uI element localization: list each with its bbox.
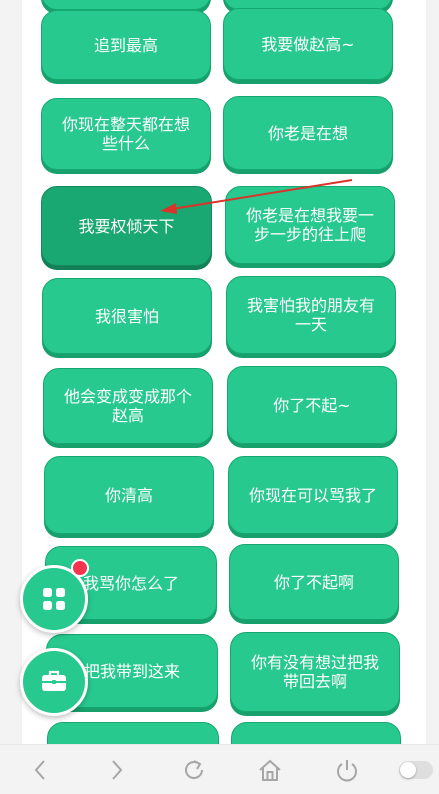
toggle-knob (400, 762, 416, 778)
phrase-label: 我很害怕 (94, 306, 159, 326)
phrase-label: 你有没有想过把我带回去啊 (250, 653, 379, 691)
phrase-label: 你现在整天都在想些什么 (61, 115, 190, 153)
phrase-label: 你了不起~ (273, 395, 351, 415)
back-button[interactable] (25, 755, 55, 785)
toolbox-button[interactable] (20, 648, 88, 716)
forward-button[interactable] (102, 755, 132, 785)
phrase-card[interactable]: 你现在整天都在想些什么 (41, 98, 211, 170)
grid-icon (43, 588, 65, 610)
bottom-nav-bar (0, 744, 439, 794)
phrase-label: 你了不起啊 (273, 572, 354, 592)
phrase-label: 把我带到这来 (83, 661, 180, 681)
phrase-label: 我要权倾天下 (78, 216, 175, 236)
phrase-card[interactable]: 我害怕我的朋友有一天 (226, 276, 396, 354)
phrase-card[interactable]: 你现在可以骂我了 (228, 456, 398, 534)
refresh-icon (185, 760, 203, 779)
phrase-card-selected[interactable]: 我要权倾天下 (41, 186, 212, 266)
phrase-card[interactable]: 我要做赵高~ (223, 8, 393, 80)
phrase-card-partial-right[interactable] (231, 722, 401, 744)
forward-icon (112, 760, 123, 780)
phrase-card[interactable]: 我很害怕 (42, 278, 212, 354)
toolbox-icon (42, 670, 66, 691)
phrase-label: 我骂你怎么了 (82, 573, 179, 593)
refresh-button[interactable] (179, 755, 209, 785)
phrase-card[interactable]: 你老是在想 (223, 96, 393, 170)
phrase-label: 我要做赵高~ (261, 34, 355, 54)
power-icon (337, 760, 357, 782)
back-icon (34, 760, 45, 780)
toggle-switch[interactable] (399, 761, 433, 779)
phrase-label: 我害怕我的朋友有一天 (246, 296, 375, 334)
home-button[interactable] (255, 755, 285, 785)
phrase-card[interactable]: 你老是在想我要一步一步的往上爬 (225, 186, 395, 264)
notification-badge (71, 559, 89, 577)
phrase-label: 你老是在想 (267, 123, 348, 143)
power-button[interactable] (332, 755, 362, 785)
phrase-card[interactable]: 追到最高 (41, 10, 211, 80)
phrase-card[interactable]: 他会变成变成那个赵高 (43, 368, 213, 444)
phrase-label: 追到最高 (93, 35, 158, 55)
phrase-card[interactable]: 你有没有想过把我带回去啊 (230, 632, 400, 712)
phrase-label: 你清高 (104, 485, 153, 505)
phrase-card-partial-left[interactable] (47, 722, 219, 744)
phrase-label: 他会变成变成那个赵高 (63, 387, 192, 425)
phrase-label: 你现在可以骂我了 (248, 485, 377, 505)
phrase-card[interactable]: 你清高 (44, 456, 214, 534)
phrase-card[interactable]: 你了不起~ (227, 366, 397, 444)
phrase-label: 你老是在想我要一步一步的往上爬 (245, 206, 374, 244)
phrase-card-partial-left[interactable] (41, 0, 211, 10)
phrase-card[interactable]: 你了不起啊 (229, 544, 399, 620)
phrase-grid: 追到最高 我要做赵高~ 你现在整天都在想些什么 你老是在想 我要权倾天下 你老是… (22, 0, 426, 744)
home-icon (259, 759, 281, 781)
